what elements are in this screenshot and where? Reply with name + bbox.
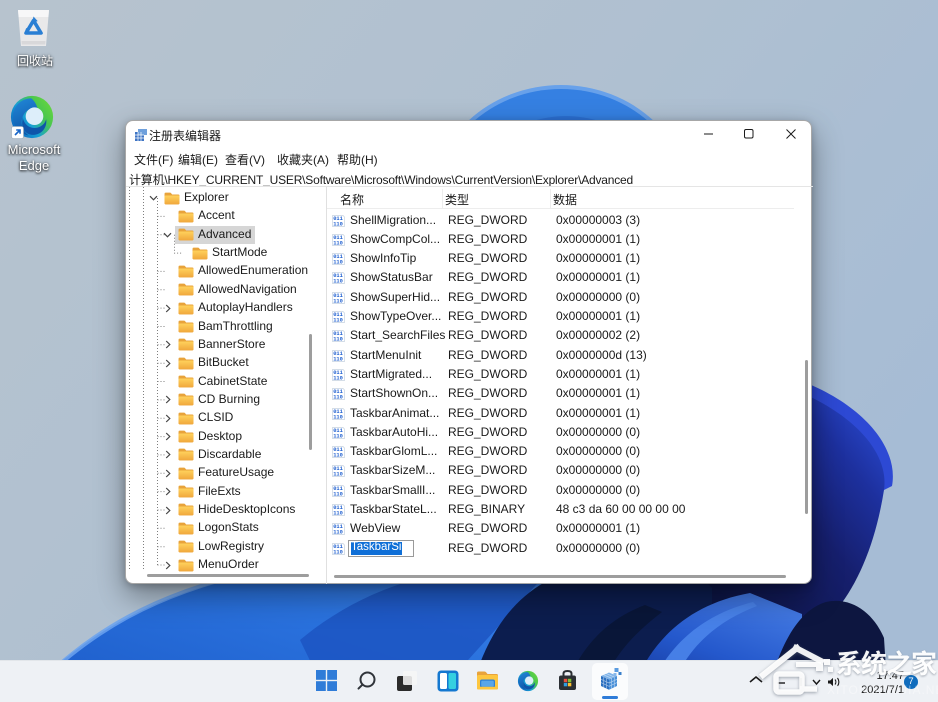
svg-text:110: 110 — [333, 298, 343, 304]
svg-text:110: 110 — [333, 221, 343, 227]
svg-text:110: 110 — [333, 491, 343, 497]
svg-text:110: 110 — [333, 337, 343, 343]
svg-text:110: 110 — [333, 510, 343, 516]
svg-text:110: 110 — [333, 259, 343, 265]
svg-text:110: 110 — [333, 472, 343, 478]
svg-text:110: 110 — [333, 549, 343, 555]
svg-text:110: 110 — [333, 395, 343, 401]
svg-text:110: 110 — [333, 240, 343, 246]
svg-text:110: 110 — [333, 530, 343, 536]
svg-text:110: 110 — [333, 414, 343, 420]
svg-text:110: 110 — [333, 279, 343, 285]
svg-text:110: 110 — [333, 317, 343, 323]
svg-text:110: 110 — [333, 375, 343, 381]
svg-text:110: 110 — [333, 356, 343, 362]
svg-text:110: 110 — [333, 452, 343, 458]
svg-text:110: 110 — [333, 433, 343, 439]
